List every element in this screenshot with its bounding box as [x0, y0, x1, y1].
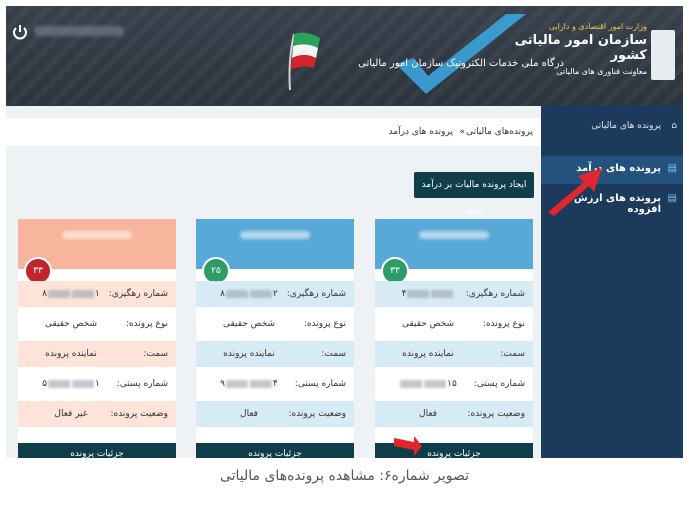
card-row: نوع پرونده: شخص حقیقی: [196, 311, 354, 337]
row-label: شماره رهگیری:: [465, 289, 525, 299]
row-label: وضعیت پرونده:: [467, 409, 525, 419]
row-value: ۴۹: [210, 379, 288, 389]
create-income-file-button[interactable]: ایجاد پرونده مالیات بر درآمد جدید: [414, 172, 534, 216]
card-row: شماره رهگیری: ۱۸: [18, 281, 176, 307]
card-title-blurred: [240, 231, 310, 239]
redacted-digits: [400, 379, 423, 388]
value-suffix: ۵: [42, 379, 47, 389]
row-label: شماره رهگیری:: [108, 289, 168, 299]
redacted-digits: [226, 379, 248, 388]
row-value: غیر فعال: [54, 409, 88, 419]
redacted-digits: [226, 289, 248, 298]
file-details-button[interactable]: جزئیات پرونده: [196, 443, 354, 458]
tax-file-card: ۲۵ شماره رهگیری: ۲۸ نوع پرونده: شخص حقیقی سمت…: [196, 219, 354, 458]
value-suffix: ۴: [401, 289, 407, 299]
sidebar: ⌂ پرونده های مالیاتی ▤ پرونده های درآمد …: [541, 106, 683, 458]
row-value: ۱۵: [389, 379, 467, 389]
card-row: سمت: نماینده پرونده: [18, 341, 176, 367]
row-label: شماره پستی:: [116, 379, 168, 389]
breadcrumb: پرونده‌های مالیاتی » پرونده های درآمد: [6, 118, 541, 146]
row-value: شخص حقیقی: [44, 319, 98, 329]
redacted-digits: [250, 379, 272, 388]
value-suffix: ۹: [220, 379, 225, 389]
row-value: ۱۸: [32, 289, 110, 299]
breadcrumb-current: پرونده های درآمد: [388, 127, 453, 137]
row-value: ۲۸: [210, 289, 288, 299]
row-label: شماره پستی:: [473, 379, 525, 389]
card-row: سمت: نماینده پرونده: [196, 341, 354, 367]
row-label: سمت:: [500, 349, 525, 359]
doc-icon: ▤: [667, 163, 677, 174]
row-label: نوع پرونده:: [482, 319, 525, 329]
value-suffix: ۸: [42, 289, 47, 299]
value-prefix: ۴: [273, 379, 278, 389]
tax-file-card: ۳۳ شماره رهگیری: ۴ نوع پرونده: شخص حقیقی سمت:…: [375, 219, 533, 458]
file-details-button[interactable]: جزئیات پرونده: [18, 443, 176, 458]
header-bar: درگاه ملی خدمات الکترونیک سازمان امور ما…: [6, 6, 683, 106]
card-row: شماره پستی: ۱۵: [375, 371, 533, 397]
row-value: شخص حقیقی: [222, 319, 276, 329]
row-value: نماینده پرونده: [402, 349, 454, 359]
breadcrumb-separator: »: [459, 127, 465, 137]
row-label: وضعیت پرونده:: [110, 409, 168, 419]
value-prefix: ۱: [95, 289, 100, 299]
doc-icon: ▤: [667, 193, 677, 204]
redacted-digits: [431, 289, 454, 298]
row-value: ۱۵: [32, 379, 110, 389]
row-label: نوع پرونده:: [125, 319, 168, 329]
sidebar-home[interactable]: ⌂ پرونده های مالیاتی: [541, 116, 683, 140]
card-row: وضعیت پرونده: فعال: [375, 401, 533, 427]
brand-block: وزارت امور اقتصادی و دارایی سازمان امور …: [507, 22, 647, 76]
card-row: شماره رهگیری: ۲۸: [196, 281, 354, 307]
org-name: سازمان امور مالیاتی کشور: [514, 33, 647, 63]
row-label: نوع پرونده:: [303, 319, 346, 329]
card-row: نوع پرونده: شخص حقیقی: [375, 311, 533, 337]
row-label: شماره پستی:: [294, 379, 346, 389]
home-icon: ⌂: [671, 121, 677, 131]
card-title-blurred: [419, 231, 489, 239]
redacted-digits: [48, 379, 70, 388]
row-label: سمت:: [143, 349, 168, 359]
flag-icon: [288, 32, 320, 91]
card-row: نوع پرونده: شخص حقیقی: [18, 311, 176, 337]
redacted-digits: [72, 289, 94, 298]
ministry-name: وزارت امور اقتصادی و دارایی: [548, 22, 647, 31]
card-title-blurred: [62, 231, 132, 239]
user-name-blurred: [34, 26, 124, 36]
figure-caption: تصویر شماره۶: مشاهده پرونده‌های مالیاتی: [219, 468, 470, 484]
value-suffix: ۸: [220, 289, 225, 299]
value-prefix: ۱: [95, 379, 100, 389]
breadcrumb-parent[interactable]: پرونده‌های مالیاتی: [466, 127, 533, 137]
redacted-digits: [48, 289, 70, 298]
row-label: سمت:: [321, 349, 346, 359]
tax-file-card: ۳۳ شماره رهگیری: ۱۸ نوع پرونده: شخص حقیقی سمت…: [18, 219, 176, 458]
sidebar-home-label: پرونده های مالیاتی: [591, 121, 661, 131]
card-row: سمت: نماینده پرونده: [375, 341, 533, 367]
row-value: نماینده پرونده: [223, 349, 275, 359]
redacted-digits: [72, 379, 94, 388]
red-arrow-annotation: [394, 436, 422, 456]
row-value: نماینده پرونده: [45, 349, 97, 359]
row-value: فعال: [240, 409, 258, 419]
deputy-name: معاونت فناوری های مالیاتی: [556, 67, 647, 76]
red-arrow-annotation: [548, 168, 602, 216]
row-value: شخص حقیقی: [401, 319, 455, 329]
emblem-icon: [651, 30, 675, 80]
row-label: وضعیت پرونده:: [288, 409, 346, 419]
app-screen: درگاه ملی خدمات الکترونیک سازمان امور ما…: [6, 6, 683, 458]
redacted-digits: [250, 289, 272, 298]
card-row: شماره رهگیری: ۴: [375, 281, 533, 307]
row-value: ۴: [389, 289, 467, 299]
card-row: شماره پستی: ۱۵: [18, 371, 176, 397]
value-prefix: ۱۵: [447, 379, 457, 389]
value-prefix: ۲: [273, 289, 278, 299]
card-row: وضعیت پرونده: غیر فعال: [18, 401, 176, 427]
row-label: شماره رهگیری:: [286, 289, 346, 299]
card-row: شماره پستی: ۴۹: [196, 371, 354, 397]
redacted-digits: [407, 289, 430, 298]
row-value: فعال: [419, 409, 437, 419]
power-icon[interactable]: [10, 22, 30, 42]
card-row: وضعیت پرونده: فعال: [196, 401, 354, 427]
redacted-digits: [424, 379, 447, 388]
